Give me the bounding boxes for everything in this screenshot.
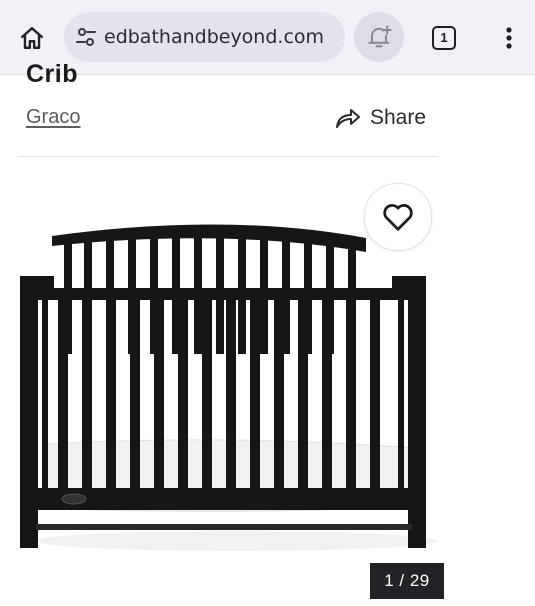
product-image-gallery[interactable] — [0, 166, 535, 606]
crib-image — [20, 224, 436, 551]
product-title: Crib — [26, 60, 78, 88]
favorite-button[interactable] — [364, 183, 432, 251]
brand-link[interactable]: Graco — [26, 106, 80, 129]
tab-switcher-icon[interactable]: 1 — [428, 22, 460, 54]
share-label: Share — [370, 106, 427, 129]
browser-toolbar: edbathandbeyond.com 1 — [0, 0, 535, 75]
home-icon[interactable] — [14, 20, 50, 56]
url-text: edbathandbeyond.com — [104, 26, 325, 48]
divider — [18, 156, 438, 157]
more-vert-icon[interactable] — [494, 20, 524, 56]
heart-outline-icon — [383, 204, 413, 231]
address-bar[interactable]: edbathandbeyond.com — [64, 12, 345, 62]
share-button[interactable]: Share — [334, 106, 426, 130]
tune-icon[interactable] — [74, 25, 98, 49]
share-icon — [336, 109, 360, 128]
tab-count: 1 — [432, 26, 456, 50]
add-alert-icon[interactable] — [354, 12, 404, 62]
image-counter: 1 / 29 — [370, 563, 444, 599]
